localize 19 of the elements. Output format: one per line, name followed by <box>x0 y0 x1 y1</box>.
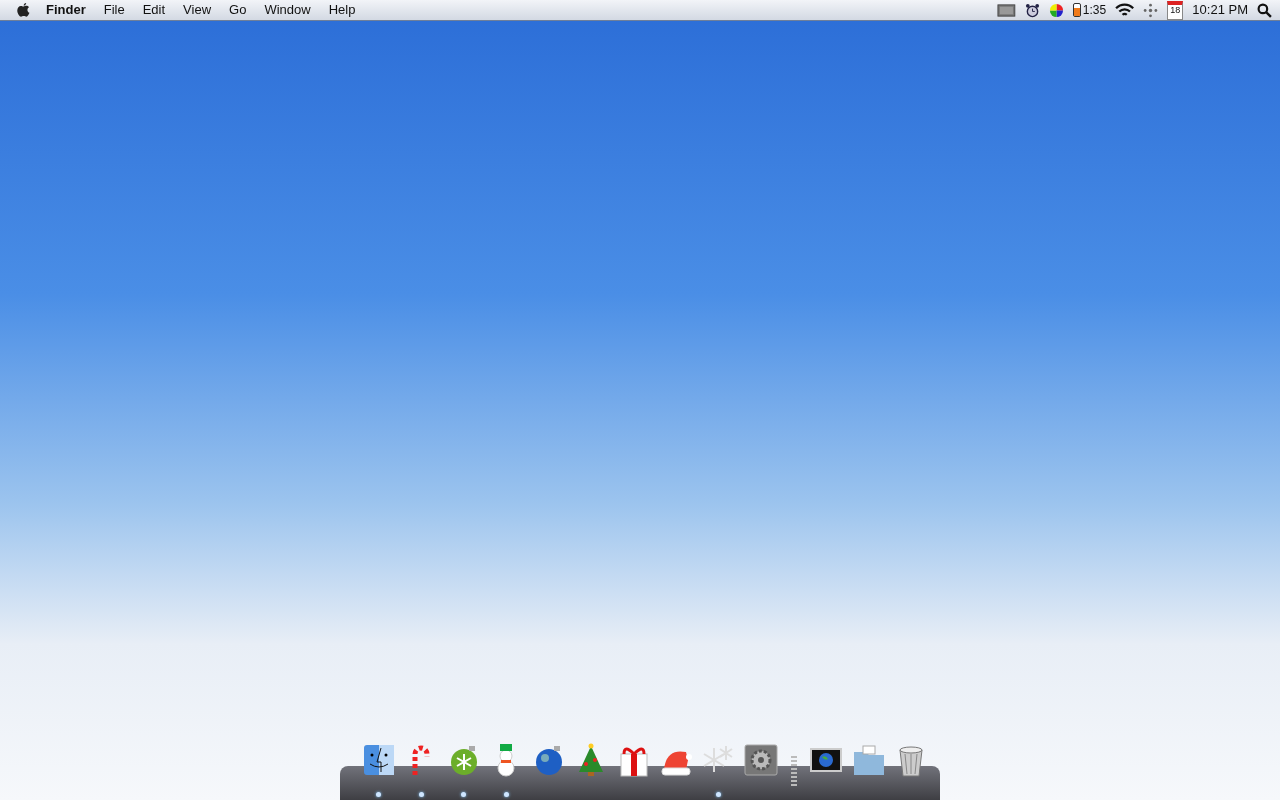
clock[interactable]: 10:21 PM <box>1192 0 1248 20</box>
display-icon[interactable] <box>996 2 1016 18</box>
menu-item[interactable]: Window <box>255 0 320 20</box>
gear-icon[interactable] <box>742 742 779 778</box>
dots-icon[interactable] <box>1143 2 1159 18</box>
menu-item[interactable]: Go <box>220 0 256 20</box>
battery-time: 1:35 <box>1082 2 1107 19</box>
battery-icon[interactable] <box>1072 3 1081 17</box>
menu-item[interactable]: View <box>174 0 221 20</box>
menu-item[interactable]: File <box>94 0 134 20</box>
search-icon[interactable] <box>1257 2 1272 18</box>
calendar-icon[interactable]: 18 <box>1167 0 1184 20</box>
app-menu[interactable]: Finder <box>37 0 95 20</box>
menu-item[interactable]: Edit <box>133 0 175 20</box>
alarm-clock-icon[interactable] <box>1024 2 1040 18</box>
wifi-icon[interactable] <box>1115 2 1135 18</box>
menu-item[interactable]: Help <box>319 0 365 20</box>
apple-icon[interactable] <box>16 2 31 18</box>
color-wheel-icon[interactable] <box>1048 2 1064 18</box>
